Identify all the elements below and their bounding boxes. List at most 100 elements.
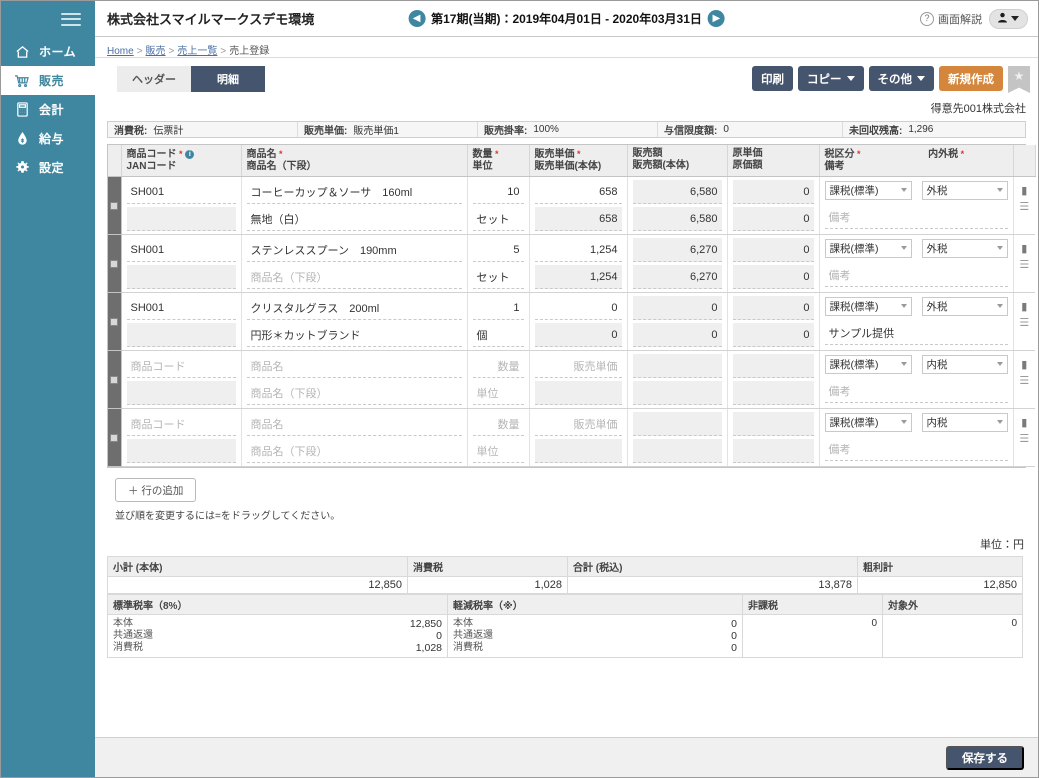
tax-type-select[interactable]: 外税: [921, 297, 1008, 316]
unit-input[interactable]: 個: [472, 323, 524, 347]
quantity-input[interactable]: 1: [472, 296, 524, 320]
drag-handle-icon[interactable]: ☰: [1014, 431, 1036, 447]
unit-price-input[interactable]: 0: [534, 296, 622, 320]
row-drag-handle[interactable]: [108, 234, 122, 293]
tax-class-select[interactable]: 課税(標準): [824, 413, 912, 432]
tax-type-select[interactable]: 内税: [921, 355, 1008, 374]
sales-amount-input[interactable]: [632, 412, 722, 436]
chevron-left-icon[interactable]: ◀: [408, 10, 426, 27]
jan-code-input[interactable]: [126, 381, 236, 405]
cost-unit-input[interactable]: [732, 412, 814, 436]
product-name-sub-input[interactable]: 無地（白）: [246, 207, 462, 231]
sales-amount-input[interactable]: [632, 354, 722, 378]
cost-amount-input[interactable]: 0: [732, 265, 814, 289]
drag-handle-icon[interactable]: ☰: [1014, 315, 1036, 331]
tax-type-select[interactable]: 内税: [921, 413, 1008, 432]
row-drag-handle[interactable]: [108, 292, 122, 351]
product-name-input[interactable]: クリスタルグラス 200ml: [246, 296, 462, 320]
quantity-input[interactable]: 10: [472, 180, 524, 204]
sales-amount-body-input[interactable]: 6,270: [632, 265, 722, 289]
drag-handle-icon[interactable]: ☰: [1014, 257, 1036, 273]
product-code-input[interactable]: 商品コード: [126, 412, 236, 436]
sales-amount-input[interactable]: 6,580: [632, 180, 722, 204]
note-icon[interactable]: ▮: [1014, 183, 1036, 199]
cost-unit-input[interactable]: 0: [732, 296, 814, 320]
product-name-sub-input[interactable]: 円形＊カットブランド: [246, 323, 462, 347]
info-icon[interactable]: i: [185, 150, 195, 159]
product-name-sub-input[interactable]: 商品名（下段）: [246, 439, 462, 463]
tax-class-select[interactable]: 課税(標準): [824, 181, 912, 200]
cost-amount-input[interactable]: 0: [732, 323, 814, 347]
hamburger-menu-button[interactable]: [1, 1, 95, 37]
unit-input[interactable]: 単位: [472, 439, 524, 463]
note-icon[interactable]: ▮: [1014, 357, 1036, 373]
cost-unit-input[interactable]: 0: [732, 180, 814, 204]
note-icon[interactable]: ▮: [1014, 415, 1036, 431]
unit-input[interactable]: セット: [472, 265, 524, 289]
sales-amount-body-input[interactable]: [632, 381, 722, 405]
sales-amount-body-input[interactable]: [632, 439, 722, 463]
tax-type-select[interactable]: 外税: [921, 239, 1008, 258]
jan-code-input[interactable]: [126, 323, 236, 347]
copy-button[interactable]: コピー: [798, 66, 864, 91]
quantity-input[interactable]: 5: [472, 238, 524, 262]
product-name-sub-input[interactable]: 商品名（下段）: [246, 265, 462, 289]
product-name-input[interactable]: ステンレススプーン 190mm: [246, 238, 462, 262]
unit-input[interactable]: 単位: [472, 381, 524, 405]
note-icon[interactable]: ▮: [1014, 299, 1036, 315]
unit-price-input[interactable]: 658: [534, 180, 622, 204]
sales-amount-body-input[interactable]: 6,580: [632, 207, 722, 231]
tab-detail[interactable]: 明細: [191, 66, 265, 92]
star-icon[interactable]: ★: [1008, 66, 1030, 93]
drag-handle-icon[interactable]: ☰: [1014, 199, 1036, 215]
product-name-input[interactable]: 商品名: [246, 412, 462, 436]
drag-handle-icon[interactable]: ☰: [1014, 373, 1036, 389]
product-code-input[interactable]: SH001: [126, 238, 236, 262]
tax-class-select[interactable]: 課税(標準): [824, 355, 912, 374]
cost-unit-input[interactable]: 0: [732, 238, 814, 262]
unit-price-body-input[interactable]: 658: [534, 207, 622, 231]
sales-amount-body-input[interactable]: 0: [632, 323, 722, 347]
tax-class-select[interactable]: 課税(標準): [824, 297, 912, 316]
unit-price-input[interactable]: 販売単価: [534, 412, 622, 436]
unit-price-body-input[interactable]: [534, 439, 622, 463]
remark-input[interactable]: 備考: [824, 437, 1008, 461]
tax-type-select[interactable]: 外税: [921, 181, 1008, 200]
product-code-input[interactable]: SH001: [126, 296, 236, 320]
sidebar-item-settings[interactable]: 設定: [1, 153, 95, 182]
tab-header[interactable]: ヘッダー: [117, 66, 191, 92]
row-drag-handle[interactable]: [108, 408, 122, 467]
user-menu-button[interactable]: [989, 8, 1028, 29]
print-button[interactable]: 印刷: [752, 66, 793, 91]
jan-code-input[interactable]: [126, 439, 236, 463]
unit-price-body-input[interactable]: [534, 381, 622, 405]
product-name-input[interactable]: コーヒーカップ＆ソーサ 160ml: [246, 180, 462, 204]
unit-price-input[interactable]: 販売単価: [534, 354, 622, 378]
remark-input[interactable]: サンプル提供: [824, 321, 1008, 345]
sales-amount-input[interactable]: 6,270: [632, 238, 722, 262]
add-row-button[interactable]: ＋ 行の追加: [115, 478, 197, 502]
cost-unit-input[interactable]: [732, 354, 814, 378]
quantity-input[interactable]: 数量: [472, 354, 524, 378]
note-icon[interactable]: ▮: [1014, 241, 1036, 257]
sales-amount-input[interactable]: 0: [632, 296, 722, 320]
unit-price-body-input[interactable]: 1,254: [534, 265, 622, 289]
other-button[interactable]: その他: [868, 66, 934, 91]
row-drag-handle[interactable]: [108, 350, 122, 409]
jan-code-input[interactable]: [126, 265, 236, 289]
unit-input[interactable]: セット: [472, 207, 524, 231]
product-code-input[interactable]: 商品コード: [126, 354, 236, 378]
row-drag-handle[interactable]: [108, 176, 122, 235]
sidebar-item-sales[interactable]: 販売: [1, 66, 95, 95]
tax-class-select[interactable]: 課税(標準): [824, 239, 912, 258]
save-button[interactable]: 保存する: [946, 745, 1024, 770]
unit-price-body-input[interactable]: 0: [534, 323, 622, 347]
remark-input[interactable]: 備考: [824, 379, 1008, 403]
product-code-input[interactable]: SH001: [126, 180, 236, 204]
cost-amount-input[interactable]: [732, 381, 814, 405]
breadcrumb-item-sales-list[interactable]: 売上一覧: [177, 46, 217, 57]
breadcrumb-item-sales[interactable]: 販売: [146, 46, 166, 57]
sidebar-item-accounting[interactable]: 会計: [1, 95, 95, 124]
quantity-input[interactable]: 数量: [472, 412, 524, 436]
product-name-sub-input[interactable]: 商品名（下段）: [246, 381, 462, 405]
